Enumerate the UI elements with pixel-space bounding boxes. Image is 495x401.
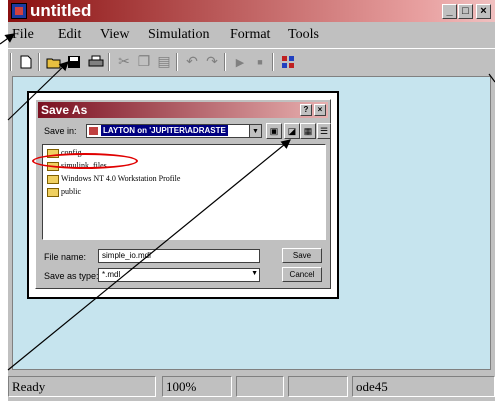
toolbar-separator [38,53,40,71]
dialog-close-button[interactable]: × [314,104,326,116]
drive-icon [89,127,98,135]
model-icon [11,3,27,19]
menu-tools[interactable]: Tools [288,27,319,43]
menu-bar: File Edit View Simulation Format Tools [8,22,495,46]
folder-highlight-ellipse [32,153,138,169]
undo-icon[interactable]: ↶ [182,52,202,72]
dialog-help-button[interactable]: ? [300,104,312,116]
menu-simulation[interactable]: Simulation [148,27,209,43]
folder-icon [47,174,59,184]
status-bar: Ready 100% ode45 [8,372,495,401]
list-view-icon[interactable]: ☰ [317,123,331,139]
file-name-input[interactable]: simple_io.mdl [98,249,260,263]
toolbar-grip [10,53,12,71]
window-title: untitled [30,1,92,20]
open-folder-icon[interactable] [44,52,64,72]
print-icon[interactable] [86,52,106,72]
toolbar-separator [108,53,110,71]
copy-icon[interactable]: ❐ [134,52,154,72]
folder-icon [47,187,59,197]
stop-simulation-icon[interactable]: ■ [250,52,270,72]
redo-icon[interactable]: ↷ [202,52,222,72]
maximize-button[interactable]: □ [458,4,473,19]
desktop-icon[interactable]: ◪ [284,123,300,139]
save-as-screenshot: Save As ? × Save in: LAYTON on 'JUPITER\… [27,91,339,299]
chevron-down-icon: ▼ [249,125,261,137]
new-document-icon[interactable] [16,52,36,72]
up-one-level-icon[interactable]: ▣ [266,123,282,139]
dialog-title: Save As [41,103,88,117]
save-button[interactable]: Save [282,248,322,263]
paste-icon[interactable]: ▤ [154,52,174,72]
folder-name: public [61,187,81,196]
chevron-down-icon: ▼ [251,270,258,277]
menu-file[interactable]: File [12,27,34,43]
dialog-title-bar: Save As ? × [38,102,328,118]
folder-name: Windows NT 4.0 Workstation Profile [61,174,181,183]
save-as-type-label: Save as type: [44,271,99,281]
save-as-type-value: *.mdl [102,270,121,279]
save-as-type-dropdown[interactable]: *.mdl ▼ [98,268,260,282]
minimize-button[interactable]: _ [442,4,457,19]
file-name-label: File name: [44,252,87,262]
menu-edit[interactable]: Edit [58,27,81,43]
cut-icon[interactable]: ✂ [114,52,134,72]
toolbar-separator [272,53,274,71]
toolbar-separator [224,53,226,71]
cancel-button[interactable]: Cancel [282,267,322,282]
folder-item[interactable]: Windows NT 4.0 Workstation Profile [47,174,180,185]
save-in-dropdown[interactable]: LAYTON on 'JUPITER\ADRASTE ▼ [86,124,262,138]
save-in-label: Save in: [44,126,77,136]
menu-view[interactable]: View [100,27,129,43]
status-cell-empty [236,376,284,397]
toolbar-separator [176,53,178,71]
close-button[interactable]: × [476,4,491,19]
status-zoom: 100% [162,376,232,397]
status-cell-empty [288,376,348,397]
new-folder-icon[interactable]: ▦ [300,123,316,139]
save-as-dialog: Save As ? × Save in: LAYTON on 'JUPITER\… [35,99,331,289]
save-icon[interactable] [64,52,84,72]
save-in-value: LAYTON on 'JUPITER\ADRASTE [101,125,228,136]
folder-item[interactable]: public [47,187,81,198]
toolbar: ✂ ❐ ▤ ↶ ↷ ▶ ■ [8,48,495,74]
menu-format[interactable]: Format [230,27,270,43]
start-simulation-icon[interactable]: ▶ [230,52,250,72]
title-bar[interactable]: untitled _ □ × [8,0,495,22]
status-solver: ode45 [352,376,495,397]
status-text: Ready [8,376,156,397]
library-browser-icon[interactable] [278,52,298,72]
